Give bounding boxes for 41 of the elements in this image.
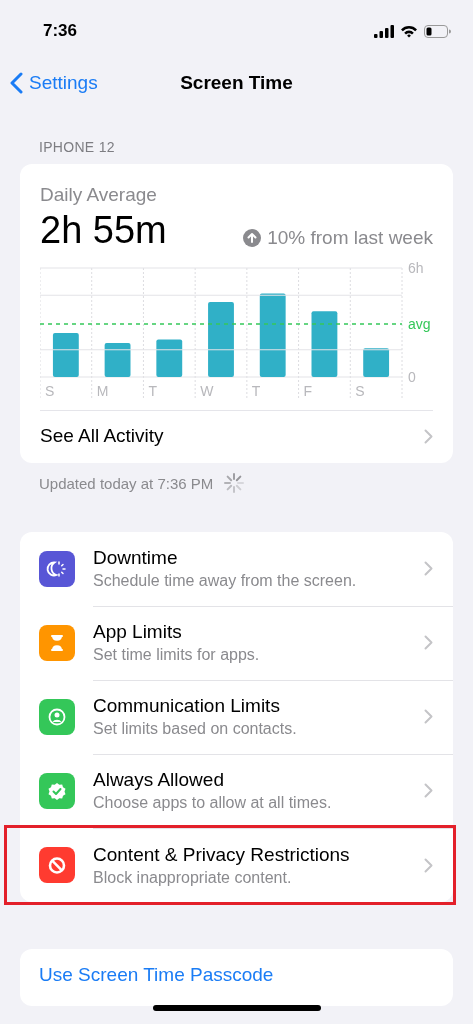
day-label: F — [303, 383, 313, 399]
average-label: avg — [408, 315, 431, 332]
usage-bar — [311, 311, 338, 377]
loading-spinner-icon — [223, 472, 246, 494]
menu-row[interactable]: Always Allowed Choose apps to allow at all times. — [20, 754, 453, 828]
chevron-icon — [424, 428, 433, 444]
status-time: 7:36 — [43, 21, 78, 41]
day-label: M — [96, 383, 109, 399]
axis-label: 6h — [408, 262, 424, 276]
menu-row[interactable]: Communication Limits Set limits based on contacts. — [20, 680, 453, 754]
passcode-link[interactable]: Use Screen Time Passcode — [20, 949, 453, 1006]
chevron-icon — [424, 783, 433, 798]
screen-title: Screen Time — [180, 72, 293, 93]
updated-text: Updated today at 7:36 PM — [39, 474, 214, 492]
chevron-icon — [424, 561, 433, 576]
daily-average-value: 2h 55m — [40, 209, 167, 252]
menu-row[interactable]: Content & Privacy Restrictions Block inappropriate content. — [7, 828, 453, 902]
weekly-change: 10% from last week — [243, 227, 433, 249]
signal-icon — [374, 24, 394, 38]
axis-label: 0 — [408, 369, 416, 385]
back-chevron-icon — [10, 72, 23, 94]
day-label: T — [251, 383, 261, 399]
chevron-icon — [424, 635, 433, 650]
see-all-activity-link[interactable]: See All Activity — [40, 410, 433, 463]
menu-row[interactable]: Downtime Schedule time away from the screen. — [20, 532, 453, 606]
usage-bar — [52, 333, 79, 377]
menu-row[interactable]: App Limits Set time limits for apps. — [20, 606, 453, 680]
daily-average-label: Daily Average — [40, 184, 158, 206]
chevron-icon — [424, 709, 433, 724]
wifi-icon — [400, 24, 418, 38]
day-label: S — [355, 383, 365, 399]
battery-icon — [424, 24, 451, 38]
day-label: S — [45, 383, 55, 399]
usage-bar — [363, 348, 390, 377]
day-label: W — [200, 383, 214, 399]
usage-bar — [104, 343, 131, 377]
section-header: IPHONE 12 — [38, 138, 116, 157]
day-label: T — [148, 383, 157, 399]
back-button[interactable]: Settings — [10, 72, 98, 94]
chevron-icon — [424, 857, 433, 873]
usage-bar — [156, 339, 183, 377]
